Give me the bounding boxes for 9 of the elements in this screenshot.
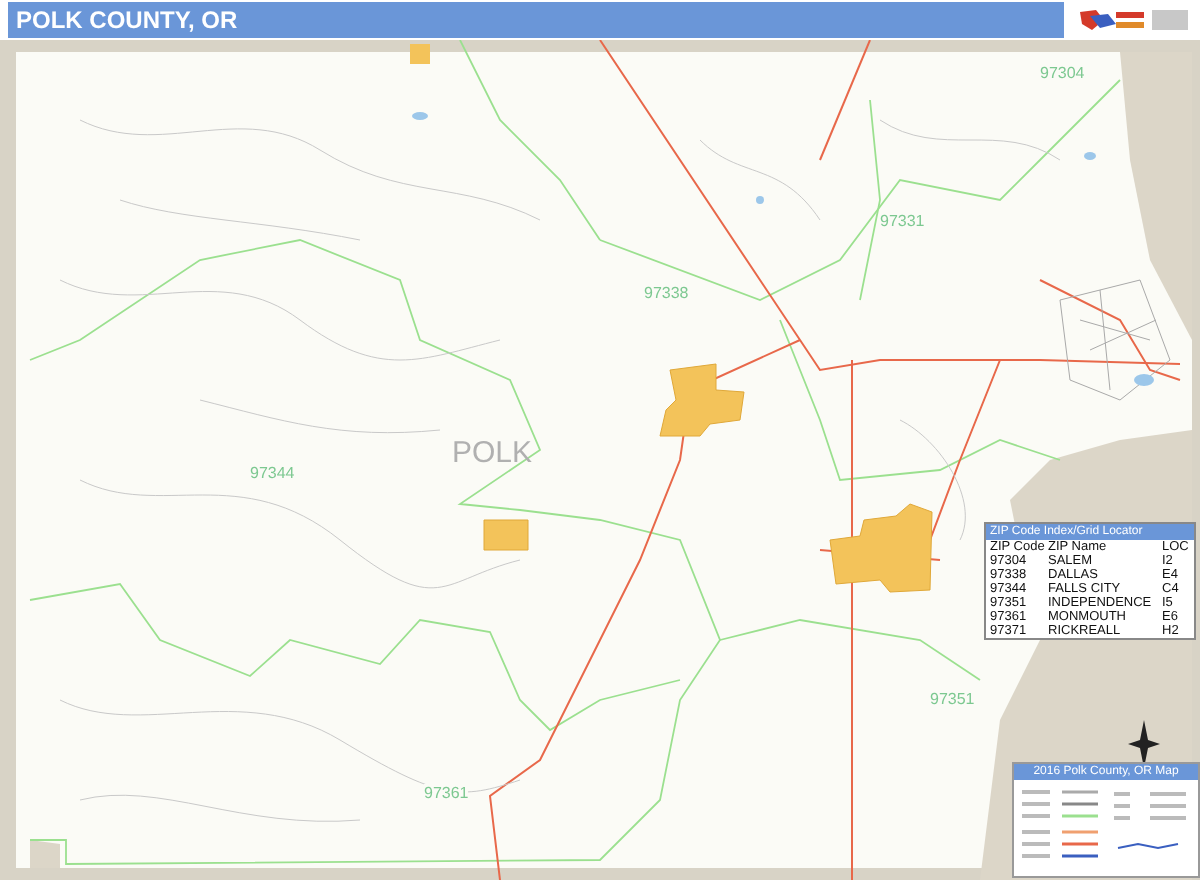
zip-label: 97361 xyxy=(424,784,469,802)
zip-label: 97331 xyxy=(880,212,925,230)
map-title: POLK COUNTY, OR xyxy=(8,2,1064,38)
zip-label: 97351 xyxy=(930,690,975,708)
zip-label: 97338 xyxy=(644,284,689,302)
zip-label: 97304 xyxy=(1040,64,1085,82)
zip-label: 97344 xyxy=(250,464,295,482)
compass-icon xyxy=(1128,720,1160,768)
county-label: POLK xyxy=(452,436,533,470)
